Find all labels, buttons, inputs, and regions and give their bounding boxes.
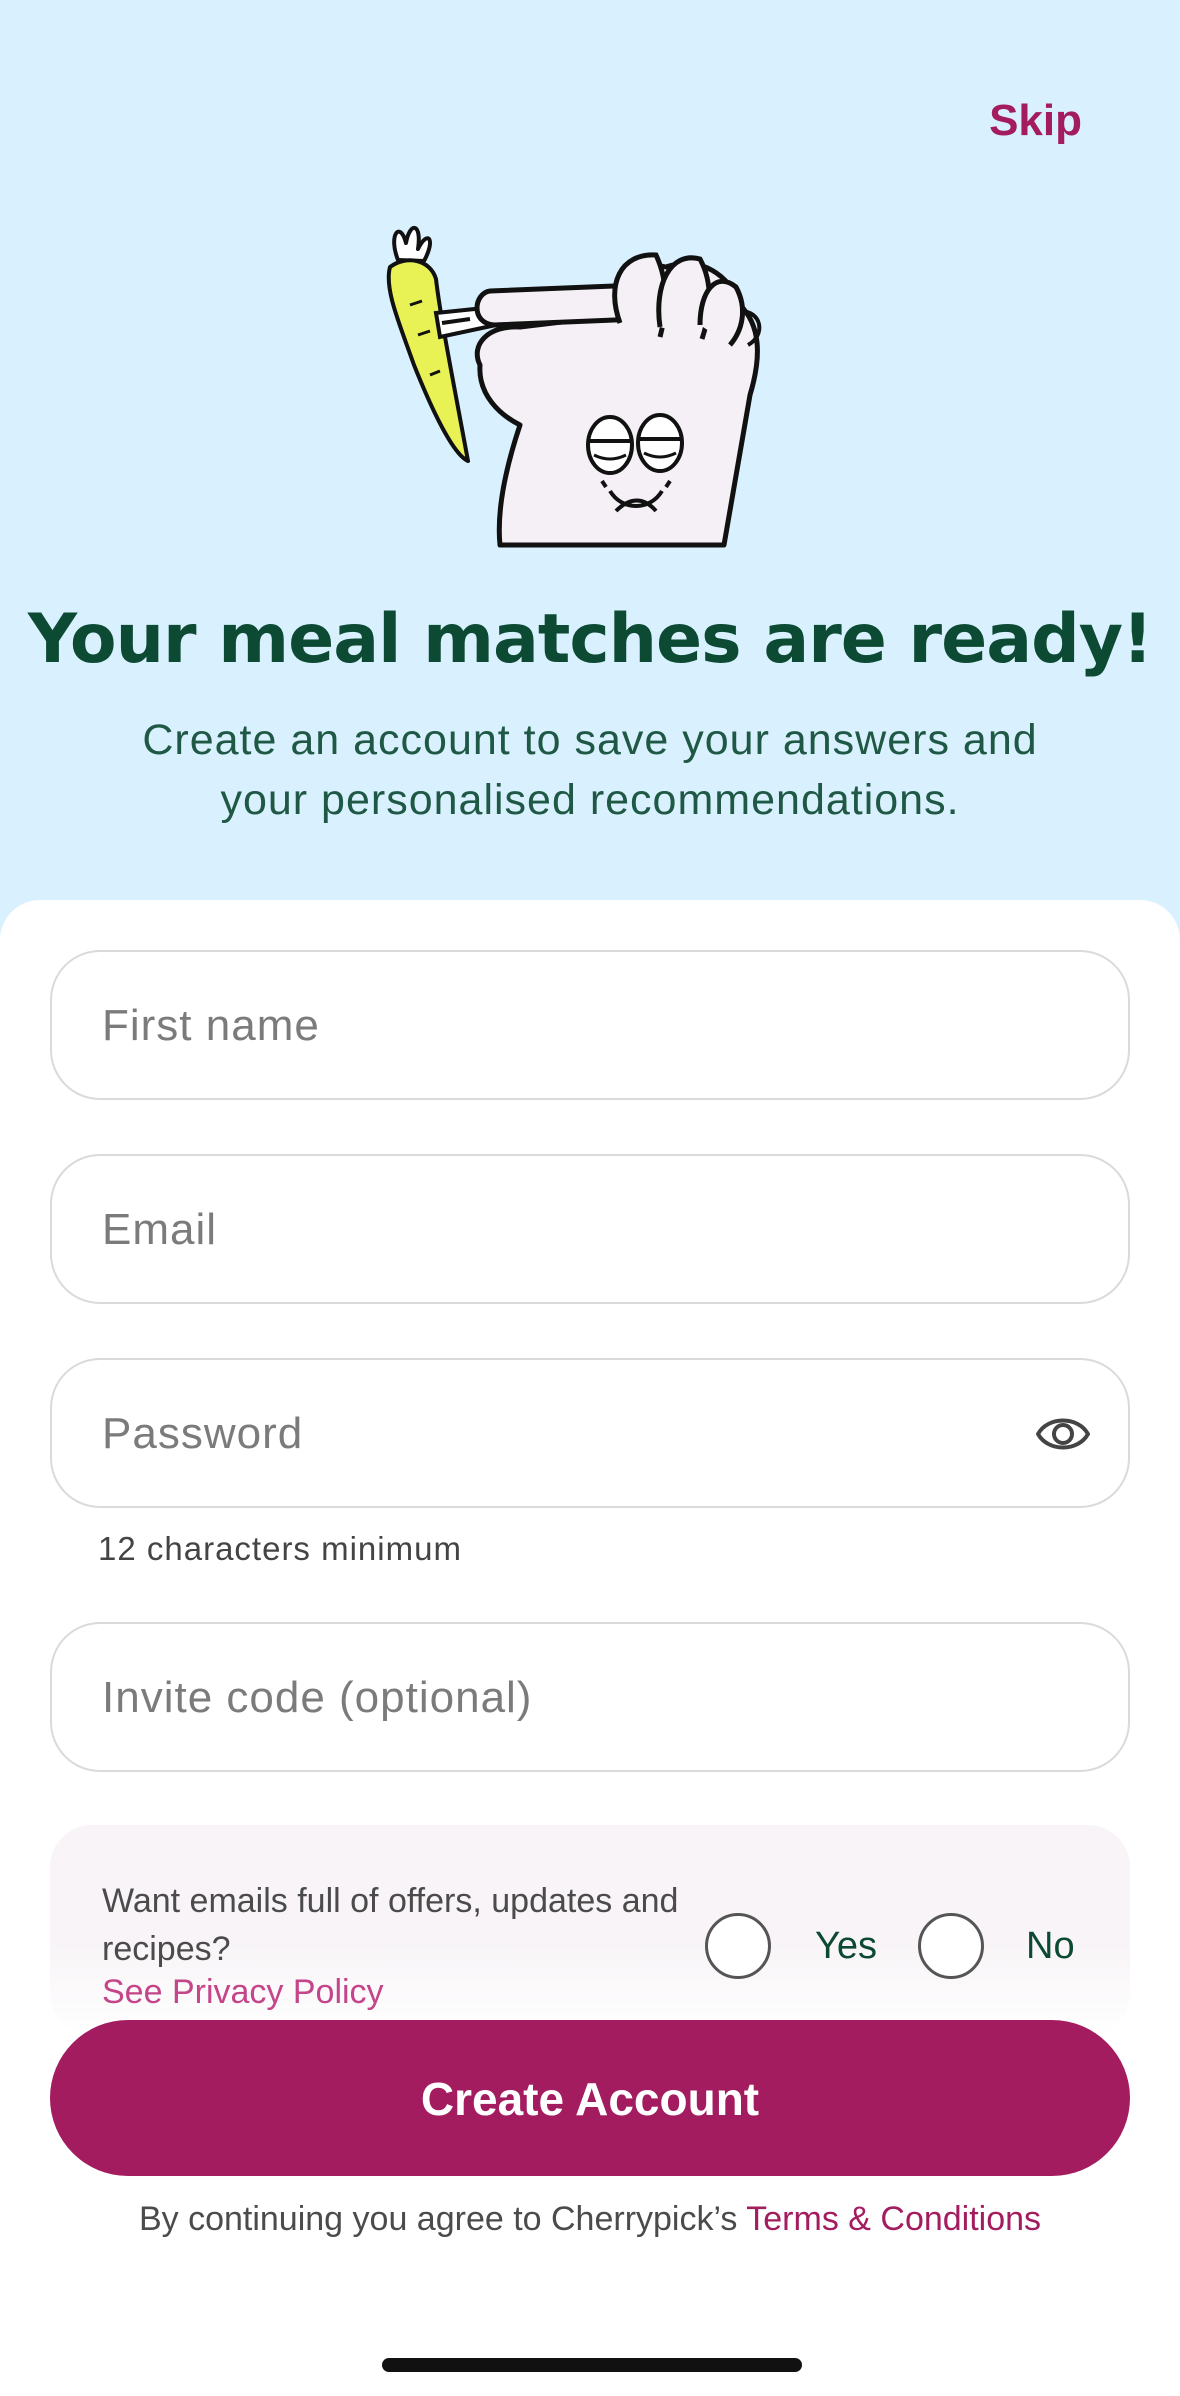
- marketing-question: Want emails full of offers, updates and …: [102, 1882, 679, 1968]
- home-indicator[interactable]: [382, 2358, 802, 2372]
- password-field[interactable]: [50, 1358, 1130, 1508]
- password-input[interactable]: [100, 1360, 1004, 1508]
- invite-code-field[interactable]: [50, 1622, 1130, 1772]
- skip-button[interactable]: Skip: [989, 96, 1082, 146]
- page-subtitle: Create an account to save your answers a…: [142, 716, 1038, 824]
- yes-radio-label[interactable]: Yes: [815, 1925, 877, 1968]
- email-field[interactable]: [50, 1154, 1130, 1304]
- hand-holding-fork-with-carrot-icon: [386, 226, 762, 548]
- no-radio[interactable]: [918, 1913, 984, 1979]
- invite-code-input[interactable]: [100, 1624, 1004, 1772]
- terms-link[interactable]: Terms & Conditions: [746, 2200, 1041, 2238]
- hero-panel: Skip Your meal matches are ready! Create…: [0, 0, 1180, 960]
- no-radio-label[interactable]: No: [1026, 1925, 1075, 1968]
- create-account-button[interactable]: Create Account: [50, 2020, 1130, 2176]
- email-input[interactable]: [100, 1156, 1004, 1304]
- legal-notice: By continuing you agree to Cherrypick’s …: [0, 2200, 1180, 2239]
- password-hint: 12 characters minimum: [98, 1530, 462, 1567]
- first-name-input[interactable]: [100, 952, 1004, 1100]
- first-name-field[interactable]: [50, 950, 1130, 1100]
- page-title: Your meal matches are ready!: [27, 600, 1153, 679]
- eye-icon[interactable]: [1034, 1406, 1092, 1462]
- legal-prefix: By continuing you agree to Cherrypick’s: [138, 2200, 747, 2238]
- yes-radio[interactable]: [705, 1913, 771, 1979]
- privacy-policy-link[interactable]: See Privacy Policy: [102, 1973, 384, 2012]
- marketing-optin-panel: Want emails full of offers, updates and …: [50, 1825, 1130, 2035]
